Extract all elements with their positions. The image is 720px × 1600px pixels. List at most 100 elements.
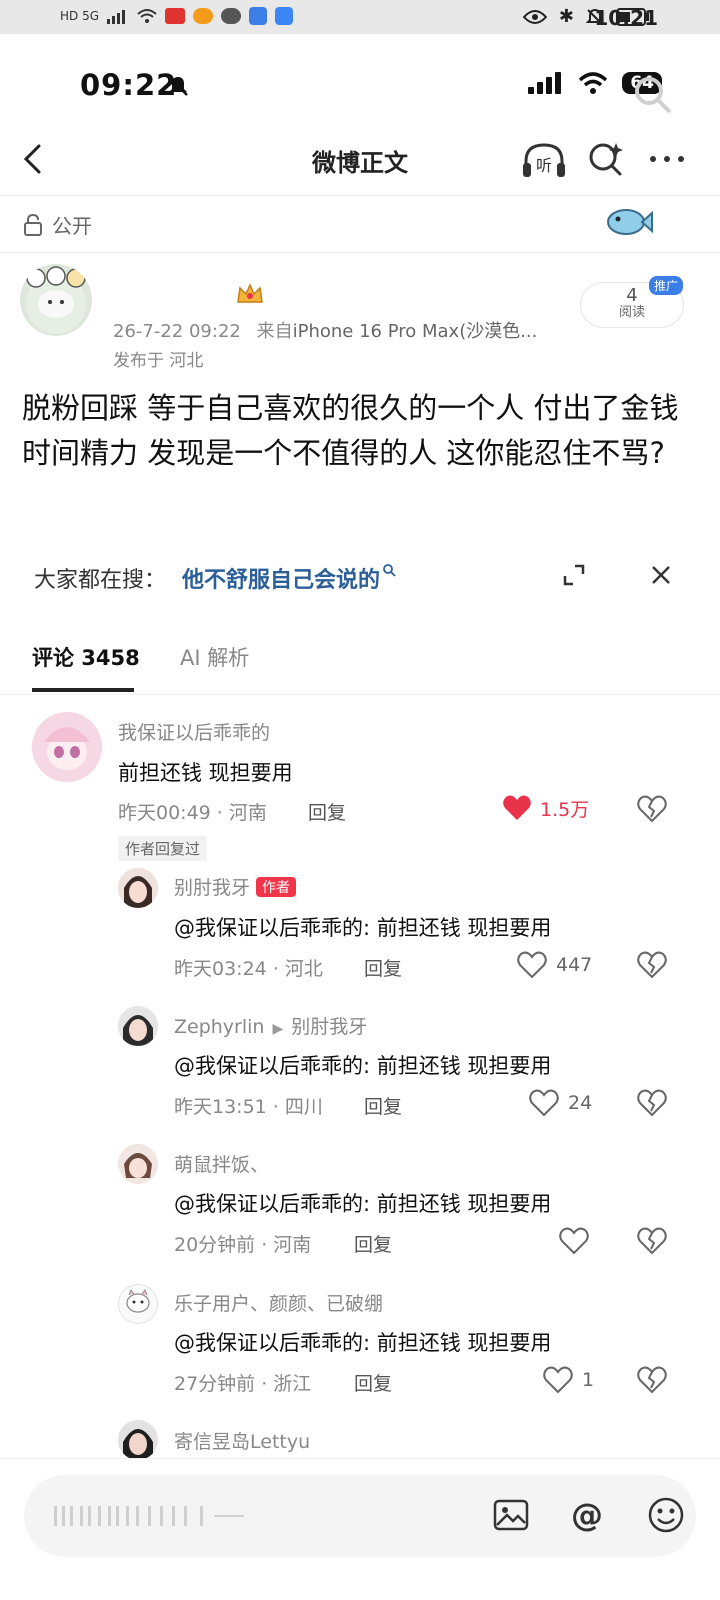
small-search-icon	[383, 564, 396, 577]
reply-username[interactable]: 别肘我牙 作者	[174, 873, 297, 900]
like-count: 447	[556, 954, 593, 976]
tab-ai-analysis[interactable]: AI 解析	[180, 642, 249, 672]
comment-input[interactable]: @	[24, 1475, 696, 1557]
like-count: 1.5万	[540, 798, 590, 821]
eye-icon	[522, 9, 547, 24]
close-icon[interactable]	[648, 562, 674, 588]
reply-button[interactable]: 回复	[308, 798, 346, 825]
fish-icon[interactable]	[606, 205, 654, 239]
visibility-label: 公开	[52, 214, 92, 238]
expand-icon[interactable]	[561, 562, 587, 588]
reply-meta: 27分钟前 · 浙江	[174, 1373, 312, 1395]
hot-search-query[interactable]: 他不舒服自己会说的	[182, 562, 396, 594]
reply-avatar[interactable]	[118, 1144, 158, 1184]
more-icon[interactable]	[646, 139, 688, 179]
heart-outline-icon	[559, 1227, 589, 1255]
image-icon[interactable]	[491, 1495, 531, 1535]
reply-meta: 昨天13:51 · 四川	[174, 1096, 323, 1118]
comment-tabs: 评论 3458 AI 解析	[0, 630, 720, 696]
crown-badge-icon	[237, 283, 263, 303]
post-timestamp: 26-7-22 09:22	[113, 321, 241, 342]
post-meta: 26-7-22 09:22 来自iPhone 16 Pro Max(沙漠色...	[113, 317, 537, 343]
hot-search-query-text: 他不舒服自己会说的	[182, 568, 381, 593]
outer-status-left: HD 5G	[60, 7, 294, 25]
svg-text:听: 听	[536, 156, 552, 175]
hot-search-bar: 大家都在搜： 他不舒服自己会说的	[34, 560, 684, 594]
reply-avatar[interactable]	[118, 1284, 158, 1324]
reply-avatar[interactable]	[118, 1420, 158, 1460]
ai-search-icon[interactable]	[586, 139, 626, 179]
anime-girl-avatar-icon	[32, 712, 102, 782]
heart-outline-icon	[543, 1366, 573, 1394]
mention-icon[interactable]: @	[567, 1495, 607, 1535]
reply-to-username[interactable]: 别肘我牙	[291, 1016, 367, 1038]
like-button[interactable]: 1	[542, 1365, 594, 1395]
author-avatar[interactable]	[20, 264, 92, 336]
app-notification-icon	[165, 8, 186, 24]
reply-button[interactable]: 回复	[354, 1230, 392, 1257]
reply-arrow-icon: ▶	[272, 1021, 284, 1037]
tab-comments[interactable]: 评论 3458	[32, 642, 140, 672]
wifi-icon	[137, 9, 157, 23]
emoji-icon[interactable]	[646, 1495, 686, 1535]
girl-photo-avatar-icon	[118, 1006, 158, 1046]
broken-heart-icon[interactable]	[636, 950, 668, 980]
comment-text: 前担还钱 现担要用	[118, 761, 293, 785]
girl-photo-avatar-icon	[118, 1420, 158, 1460]
like-button[interactable]: 24	[528, 1088, 592, 1118]
reply-avatar[interactable]	[118, 868, 158, 908]
reply-username[interactable]: Zephyrlin ▶ 别肘我牙	[174, 1012, 367, 1039]
reply-button[interactable]: 回复	[364, 954, 402, 981]
reply-text: @我保证以后乖乖的: 前担还钱 现担要用	[174, 1054, 552, 1078]
reply-button[interactable]: 回复	[364, 1092, 402, 1119]
lock-icon	[24, 213, 42, 236]
heart-outline-icon	[529, 1089, 559, 1117]
broken-heart-icon[interactable]	[636, 1088, 668, 1118]
listen-headphones-icon[interactable]: 听	[520, 139, 568, 181]
reply-username[interactable]: 乐子用户、颜颜、已破绷	[174, 1289, 383, 1316]
inner-wifi-icon	[579, 72, 608, 94]
visibility-row[interactable]: 公开	[22, 210, 92, 239]
reply-username[interactable]: 寄信昱岛Lettyu	[174, 1427, 310, 1454]
muted-bell-icon	[168, 76, 188, 96]
promo-badge[interactable]: 推广	[649, 276, 684, 295]
post-source[interactable]: iPhone 16 Pro Max(沙漠色...	[293, 321, 538, 342]
app2-notification-icon	[249, 7, 268, 25]
wechat-notification-icon	[221, 8, 242, 24]
like-count: 24	[568, 1092, 593, 1114]
svg-text:@: @	[571, 1496, 603, 1534]
inner-clock: 09:22	[80, 68, 178, 102]
visibility-divider	[0, 252, 720, 253]
author-replied-tag: 作者回复过	[118, 836, 208, 861]
comment-input-bar: @	[0, 1458, 720, 1600]
comment-username[interactable]: 我保证以后乖乖的	[118, 718, 270, 745]
reply-meta: 昨天03:24 · 河北	[174, 958, 323, 980]
hot-search-label: 大家都在搜：	[34, 568, 167, 593]
reply-text: @我保证以后乖乖的: 前担还钱 现担要用	[174, 916, 552, 940]
like-button[interactable]: 447	[516, 950, 592, 980]
nav-bar: 微博正文 听	[0, 125, 720, 195]
broken-heart-icon[interactable]	[636, 794, 668, 824]
read-label: 阅读	[618, 305, 645, 320]
app3-notification-icon	[275, 7, 294, 25]
signal-icon	[107, 10, 126, 24]
bluetooth-icon: ✱	[558, 6, 574, 27]
like-count: 1	[582, 1369, 595, 1391]
broken-heart-icon[interactable]	[636, 1365, 668, 1395]
comment-avatar[interactable]	[32, 712, 102, 782]
reply-button[interactable]: 回复	[354, 1369, 392, 1396]
heart-filled-icon	[503, 795, 531, 820]
girl-photo-avatar-icon	[118, 1144, 158, 1184]
girl-photo-avatar-icon	[118, 868, 158, 908]
cartoon-cat-avatar-icon	[26, 266, 86, 334]
cartoon-avatar-icon	[119, 1285, 157, 1323]
like-button[interactable]	[558, 1226, 598, 1256]
cell-signal-icon	[528, 72, 562, 94]
broken-heart-icon[interactable]	[636, 1226, 668, 1256]
reply-avatar[interactable]	[118, 1006, 158, 1046]
tabs-divider	[0, 694, 720, 695]
reply-username[interactable]: 萌鼠拌饭、	[174, 1150, 269, 1177]
nav-divider	[0, 195, 720, 196]
like-button[interactable]: 1.5万	[502, 794, 589, 822]
outer-clock: 10:21	[594, 6, 658, 30]
